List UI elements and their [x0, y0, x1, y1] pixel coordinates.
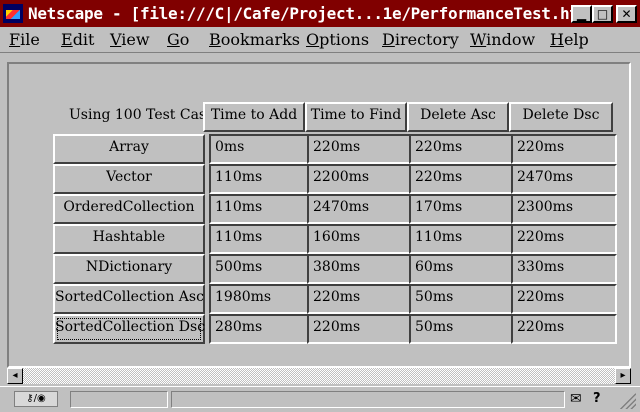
menu-window[interactable]: Window [470, 31, 535, 49]
menu-options[interactable]: Options [306, 31, 369, 49]
value-cell: 50ms [409, 284, 515, 314]
value-cell: 280ms [209, 314, 309, 344]
value-cell: 2200ms [307, 164, 413, 194]
row-button-hashtable[interactable]: Hashtable [53, 224, 205, 254]
maximize-button[interactable]: □ [592, 5, 613, 23]
column-header-delete-dsc: Delete Dsc [509, 102, 613, 132]
value-cell: 110ms [209, 224, 309, 254]
scroll-right-button[interactable]: ▸ [615, 368, 631, 384]
horizontal-scrollbar[interactable]: ◂ ▸ [7, 368, 631, 384]
value-cell: 0ms [209, 134, 309, 164]
window-title: Netscape - [file:///C|/Cafe/Project...1e… [28, 4, 607, 23]
menu-bar: File Edit View Go Bookmarks Options Dire… [0, 27, 640, 53]
resize-grip[interactable] [620, 393, 636, 409]
value-cell: 220ms [409, 134, 515, 164]
value-cell: 110ms [209, 194, 309, 224]
value-cell: 2470ms [307, 194, 413, 224]
help-icon[interactable]: ? [593, 391, 607, 407]
row-button-array[interactable]: Array [53, 134, 205, 164]
minimize-button[interactable]: ▁ [571, 5, 592, 23]
value-cell: 170ms [409, 194, 515, 224]
row-button-sortedcollection-dsc[interactable]: SortedCollection Dsc [53, 314, 205, 344]
value-cell: 1980ms [209, 284, 309, 314]
value-cell: 220ms [511, 314, 617, 344]
value-cell: 50ms [409, 314, 515, 344]
column-header-time-to-find: Time to Find [305, 102, 407, 132]
value-cell: 220ms [511, 224, 617, 254]
value-cell: 110ms [409, 224, 515, 254]
title-bar[interactable]: Netscape - [file:///C|/Cafe/Project...1e… [0, 0, 640, 27]
scroll-left-button[interactable]: ◂ [7, 368, 23, 384]
page-content: Using 100 Test Cases Time to Add Time to… [7, 62, 631, 368]
menu-view[interactable]: View [110, 31, 150, 49]
value-cell: 220ms [511, 284, 617, 314]
close-button[interactable]: ✕ [616, 5, 637, 23]
row-button-sortedcollection-asc[interactable]: SortedCollection Asc [53, 284, 205, 314]
menu-edit[interactable]: Edit [61, 31, 94, 49]
status-bar: ⚷/◉ ✉ ? [0, 386, 640, 412]
value-cell: 110ms [209, 164, 309, 194]
value-cell: 330ms [511, 254, 617, 284]
netscape-logo-icon[interactable] [3, 4, 23, 23]
menu-file[interactable]: File [9, 31, 40, 49]
menu-help[interactable]: Help [550, 31, 589, 49]
mail-icon[interactable]: ✉ [570, 392, 588, 406]
status-text-panel [171, 391, 565, 408]
scroll-track[interactable] [23, 368, 615, 384]
value-cell: 2300ms [511, 194, 617, 224]
value-cell: 220ms [307, 134, 413, 164]
value-cell: 220ms [307, 314, 413, 344]
column-header-delete-asc: Delete Asc [407, 102, 509, 132]
row-button-vector[interactable]: Vector [53, 164, 205, 194]
key-icon[interactable]: ⚷/◉ [14, 391, 58, 407]
value-cell: 380ms [307, 254, 413, 284]
value-cell: 220ms [409, 164, 515, 194]
row-button-orderedcollection[interactable]: OrderedCollection [53, 194, 205, 224]
column-header-time-to-add: Time to Add [203, 102, 305, 132]
menu-bookmarks[interactable]: Bookmarks [209, 31, 300, 49]
menu-go[interactable]: Go [167, 31, 189, 49]
row-button-ndictionary[interactable]: NDictionary [53, 254, 205, 284]
value-cell: 60ms [409, 254, 515, 284]
value-cell: 500ms [209, 254, 309, 284]
menu-directory[interactable]: Directory [382, 31, 459, 49]
table-caption: Using 100 Test Cases [69, 107, 222, 123]
value-cell: 220ms [511, 134, 617, 164]
value-cell: 160ms [307, 224, 413, 254]
value-cell: 220ms [307, 284, 413, 314]
progress-panel [70, 391, 168, 408]
value-cell: 2470ms [511, 164, 617, 194]
